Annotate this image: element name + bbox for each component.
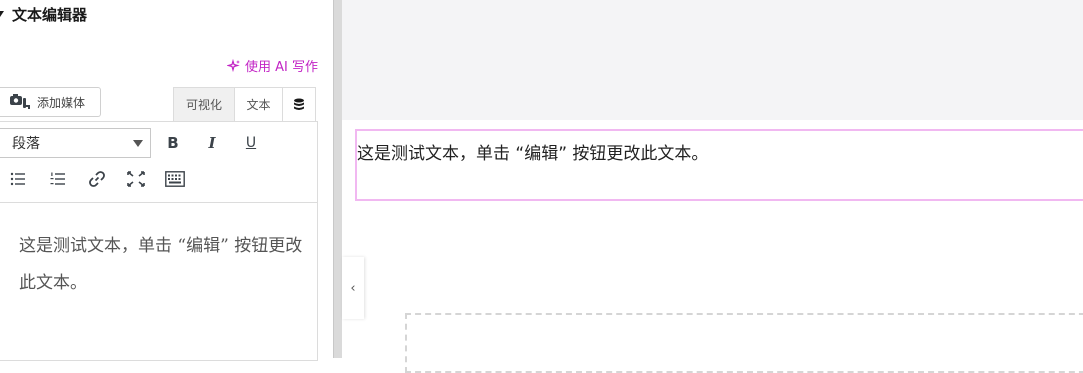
- chevron-down-icon: [133, 139, 143, 147]
- format-select-value: 段落: [12, 136, 40, 152]
- editor-tabs: 可视化 文本: [173, 87, 316, 121]
- bullet-list-icon: [10, 172, 25, 186]
- tab-dynamic[interactable]: [283, 87, 316, 121]
- fullscreen-button[interactable]: [123, 166, 149, 192]
- collapse-panel-button[interactable]: ‹: [342, 257, 364, 319]
- fullscreen-icon: [127, 171, 145, 187]
- preview-header-section: [342, 0, 1083, 120]
- italic-button[interactable]: I: [199, 130, 225, 156]
- add-media-label: 添加媒体: [37, 95, 86, 110]
- sparkle-icon: [227, 58, 240, 72]
- toolbar-toggle-button[interactable]: [162, 166, 188, 192]
- panel-divider[interactable]: [333, 0, 342, 358]
- format-select[interactable]: 段落: [0, 128, 151, 158]
- editor-panel: 文本编辑器 使用 AI 写作 添加媒体 可视化 文本 段落 B I U 这是测试…: [0, 0, 333, 361]
- insert-link-button[interactable]: [84, 166, 110, 192]
- tab-visual[interactable]: 可视化: [173, 87, 235, 121]
- preview-text: 这是测试文本，单击 “编辑” 按钮更改此文本。: [357, 144, 709, 164]
- add-media-button[interactable]: 添加媒体: [0, 87, 101, 117]
- add-section-dropzone[interactable]: [405, 313, 1083, 373]
- numbered-list-button[interactable]: [45, 166, 71, 192]
- bold-button[interactable]: B: [160, 130, 186, 156]
- tab-text[interactable]: 文本: [235, 87, 283, 121]
- panel-header[interactable]: 文本编辑器: [0, 3, 87, 25]
- underline-button[interactable]: U: [238, 130, 264, 156]
- editor-box: 段落 B I U 这是测试文本，单击 “编辑” 按钮更改此文本。: [0, 121, 318, 361]
- caret-down-icon[interactable]: [0, 11, 4, 17]
- ai-write-label: 使用 AI 写作: [245, 60, 318, 75]
- panel-title: 文本编辑器: [12, 5, 88, 24]
- editor-content[interactable]: 这是测试文本，单击 “编辑” 按钮更改此文本。: [19, 228, 309, 302]
- bullet-list-button[interactable]: [5, 166, 31, 192]
- text-editor-widget[interactable]: 这是测试文本，单击 “编辑” 按钮更改此文本。: [355, 129, 1083, 201]
- link-icon: [89, 171, 105, 187]
- editor-toolbar: 段落 B I U: [0, 122, 317, 203]
- numbered-list-icon: [50, 172, 65, 185]
- ai-write-link[interactable]: 使用 AI 写作: [227, 56, 318, 75]
- database-icon: [294, 98, 304, 110]
- preview-area: 这是测试文本，单击 “编辑” 按钮更改此文本。 ‹: [342, 0, 1083, 373]
- keyboard-icon: [165, 171, 185, 187]
- chevron-left-icon: ‹: [350, 280, 356, 296]
- media-icon: [9, 93, 31, 111]
